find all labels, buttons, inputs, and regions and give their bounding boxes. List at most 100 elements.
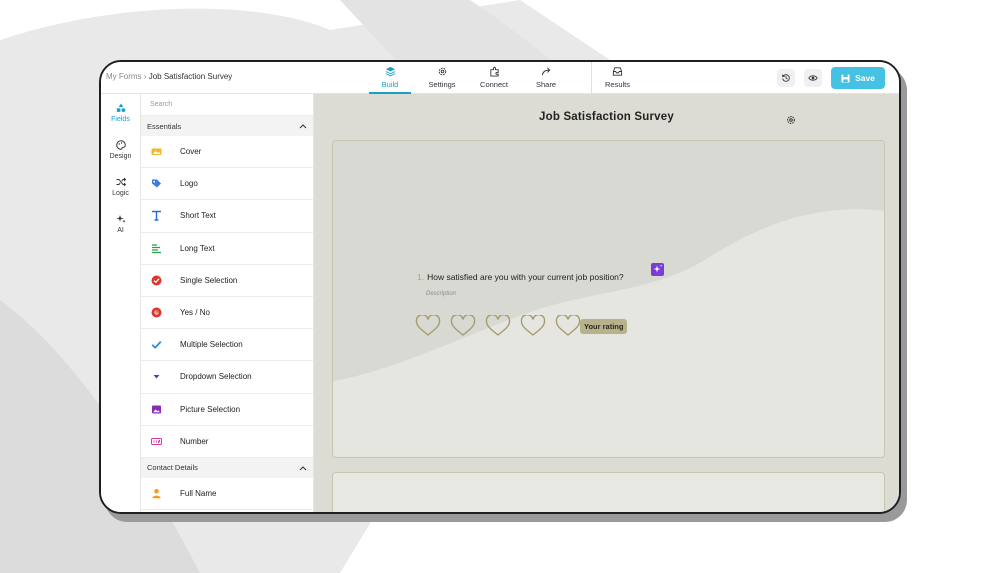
caret-down-icon (153, 375, 159, 379)
rail-fields[interactable]: Fields (101, 94, 140, 131)
field-label: Picture Selection (180, 404, 241, 414)
radio-check-icon (151, 275, 161, 286)
layers-icon (385, 66, 395, 77)
paragraph-icon (151, 244, 161, 253)
form-title[interactable]: Job Satisfaction Survey (314, 111, 899, 123)
tab-label: Results (604, 80, 630, 89)
field-label: Long Text (180, 243, 215, 253)
eye-icon (808, 75, 818, 81)
search-input[interactable]: Search (141, 94, 313, 116)
tab-label: Settings (428, 80, 456, 89)
heart-rating-5[interactable] (555, 315, 581, 337)
section-essentials[interactable]: Essentials (141, 116, 313, 136)
question-label: How satisfied are you with your current … (427, 272, 624, 282)
save-button[interactable]: Save (831, 67, 885, 89)
top-bar: My Forms › Job Satisfaction Survey Build… (101, 62, 899, 94)
gear-icon (438, 67, 446, 76)
breadcrumb-current: Job Satisfaction Survey (148, 72, 233, 81)
card-background-shape (333, 141, 884, 381)
tab-label: Build (381, 80, 399, 89)
tab-results[interactable]: Results (591, 62, 643, 94)
form-canvas: Job Satisfaction Survey 1. How satisfied … (314, 94, 899, 512)
next-question-card[interactable] (332, 472, 885, 512)
field-label: Cover (180, 147, 202, 157)
heart-rating-3[interactable] (485, 315, 511, 337)
ai-sparkle-button[interactable] (651, 263, 664, 276)
field-label: Full Name (180, 488, 217, 498)
breadcrumb: My Forms › Job Satisfaction Survey (106, 72, 232, 81)
field-label: Logo (180, 179, 198, 189)
history-icon (782, 74, 790, 82)
field-dropdown-selection[interactable]: Dropdown Selection (141, 361, 313, 394)
field-label: Dropdown Selection (180, 372, 252, 382)
heart-rating-4[interactable] (520, 315, 546, 337)
number-icon (150, 437, 162, 445)
shuffle-icon (116, 177, 126, 186)
field-multiple-selection[interactable]: Multiple Selection (141, 329, 313, 362)
fields-panel: Search Essentials Cover Logo Short Text … (141, 94, 314, 512)
heart-rating-1[interactable] (415, 315, 441, 337)
floppy-disk-icon (841, 73, 850, 83)
rail-label: Design (109, 152, 132, 160)
yes-no-icon (151, 307, 161, 318)
palette-icon (115, 139, 126, 150)
left-rail: Fields Design Logic AI (101, 94, 141, 512)
person-icon (151, 488, 161, 499)
field-short-text[interactable]: Short Text (141, 200, 313, 233)
heart-rating-2[interactable] (450, 315, 476, 337)
question-description[interactable]: Description (426, 291, 456, 297)
field-yes-no[interactable]: Yes / No (141, 297, 313, 330)
field-long-text[interactable]: Long Text (141, 233, 313, 265)
tab-connect[interactable]: Connect (473, 62, 515, 94)
field-label: Single Selection (180, 275, 238, 285)
field-logo[interactable]: Logo (141, 168, 313, 201)
question-text[interactable]: 1. How satisfied are you with your curren… (417, 272, 624, 282)
main-tabs: Build Settings Connect Share Results (369, 62, 653, 94)
rail-logic[interactable]: Logic (101, 168, 140, 205)
rail-ai[interactable]: AI (101, 205, 140, 242)
field-full-name[interactable]: Full Name (141, 478, 313, 511)
checkmark-icon (151, 341, 161, 350)
tab-label: Share (535, 80, 556, 89)
inbox-icon (612, 67, 623, 76)
puzzle-icon (489, 66, 499, 77)
field-cover[interactable]: Cover (141, 136, 313, 169)
chevron-up-icon (299, 466, 307, 471)
field-single-selection[interactable]: Single Selection (141, 265, 313, 297)
field-label: Short Text (180, 211, 216, 221)
save-label: Save (855, 73, 875, 83)
rail-label: Logic (112, 189, 129, 197)
cover-image-icon (151, 148, 161, 156)
question-number: 1. (417, 272, 425, 282)
tab-share[interactable]: Share (525, 62, 567, 94)
sparkles-icon (653, 264, 663, 273)
share-arrow-icon (541, 67, 550, 76)
section-contact-details[interactable]: Contact Details (141, 457, 313, 478)
question-card[interactable]: 1. How satisfied are you with your curren… (332, 140, 885, 458)
history-button[interactable] (777, 69, 795, 87)
rating-hearts: Your rating (415, 315, 628, 337)
field-label: Multiple Selection (180, 340, 243, 350)
tag-icon (151, 179, 161, 188)
section-label: Essentials (147, 121, 182, 131)
gear-icon[interactable] (786, 115, 796, 125)
chevron-up-icon (299, 124, 307, 129)
breadcrumb-root[interactable]: My Forms (106, 72, 142, 81)
text-t-icon (151, 211, 161, 222)
tab-settings[interactable]: Settings (421, 62, 463, 94)
field-number[interactable]: Number (141, 426, 313, 458)
breadcrumb-separator: › (143, 72, 147, 81)
app-window: My Forms › Job Satisfaction Survey Build… (99, 60, 901, 514)
rail-label: Fields (111, 115, 130, 123)
tab-build[interactable]: Build (369, 62, 411, 94)
sparkles-icon (116, 214, 126, 223)
field-label: Yes / No (180, 308, 210, 318)
tab-label: Connect (480, 80, 508, 89)
preview-button[interactable] (804, 69, 822, 87)
rating-label-tag: Your rating (580, 318, 628, 334)
rail-design[interactable]: Design (101, 131, 140, 168)
field-picture-selection[interactable]: Picture Selection (141, 394, 313, 426)
shapes-icon (116, 103, 125, 112)
section-label: Contact Details (147, 463, 198, 473)
picture-icon (151, 405, 161, 414)
